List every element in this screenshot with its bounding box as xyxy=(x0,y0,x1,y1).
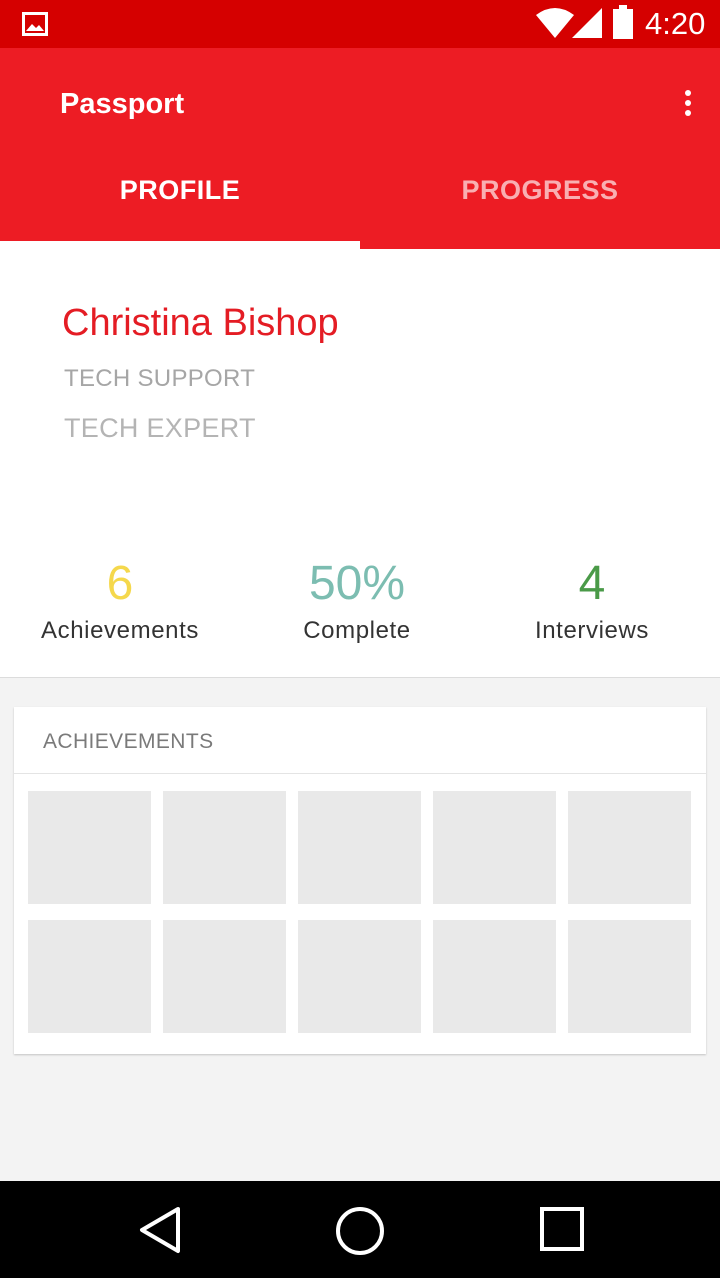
battery-icon xyxy=(613,5,633,39)
tab-profile[interactable]: PROFILE xyxy=(0,168,360,249)
achievement-tile[interactable] xyxy=(163,920,286,1033)
stat-label: Complete xyxy=(303,617,411,644)
tab-progress[interactable]: PROGRESS xyxy=(360,168,720,249)
achievement-tile[interactable] xyxy=(568,920,691,1033)
stat-complete: 50% Complete xyxy=(237,554,477,648)
app-bar: Passport PROFILE PROGRESS xyxy=(0,48,720,249)
achievement-tile[interactable] xyxy=(568,791,691,904)
overflow-menu-icon[interactable] xyxy=(676,86,700,122)
stat-value: 50% xyxy=(308,557,406,610)
profile-role: TECH SUPPORT xyxy=(64,365,256,392)
stat-value: 4 xyxy=(578,557,606,610)
achievement-tile[interactable] xyxy=(298,791,421,904)
achievements-card: ACHIEVEMENTS xyxy=(14,707,706,1054)
profile-card: Christina Bishop TECH SUPPORT TECH EXPER… xyxy=(0,249,720,678)
back-icon[interactable] xyxy=(136,1205,184,1255)
stat-value: 6 xyxy=(106,557,134,610)
achievement-tile[interactable] xyxy=(163,791,286,904)
cell-signal-icon xyxy=(572,8,602,38)
achievement-tile[interactable] xyxy=(28,920,151,1033)
navigation-bar xyxy=(0,1181,720,1278)
wifi-icon xyxy=(536,8,574,38)
stat-label: Interviews xyxy=(534,617,650,644)
achievement-tile[interactable] xyxy=(433,920,556,1033)
image-notification-icon xyxy=(22,12,48,36)
clock: 4:20 xyxy=(645,6,706,41)
achievement-tile[interactable] xyxy=(28,791,151,904)
recents-icon[interactable] xyxy=(539,1206,585,1252)
achievements-grid xyxy=(28,791,691,1033)
profile-role: TECH EXPERT xyxy=(64,413,256,443)
tab-indicator xyxy=(0,241,360,249)
stat-label: Achievements xyxy=(41,617,199,644)
stat-achievements: 6 Achievements xyxy=(0,554,240,648)
achievements-header: ACHIEVEMENTS xyxy=(14,707,706,774)
stat-interviews: 4 Interviews xyxy=(472,554,712,648)
achievement-tile[interactable] xyxy=(433,791,556,904)
profile-name: Christina Bishop xyxy=(62,302,339,344)
home-icon[interactable] xyxy=(334,1205,386,1257)
status-bar: 4:20 xyxy=(0,0,720,48)
achievement-tile[interactable] xyxy=(298,920,421,1033)
app-title: Passport xyxy=(60,88,185,120)
